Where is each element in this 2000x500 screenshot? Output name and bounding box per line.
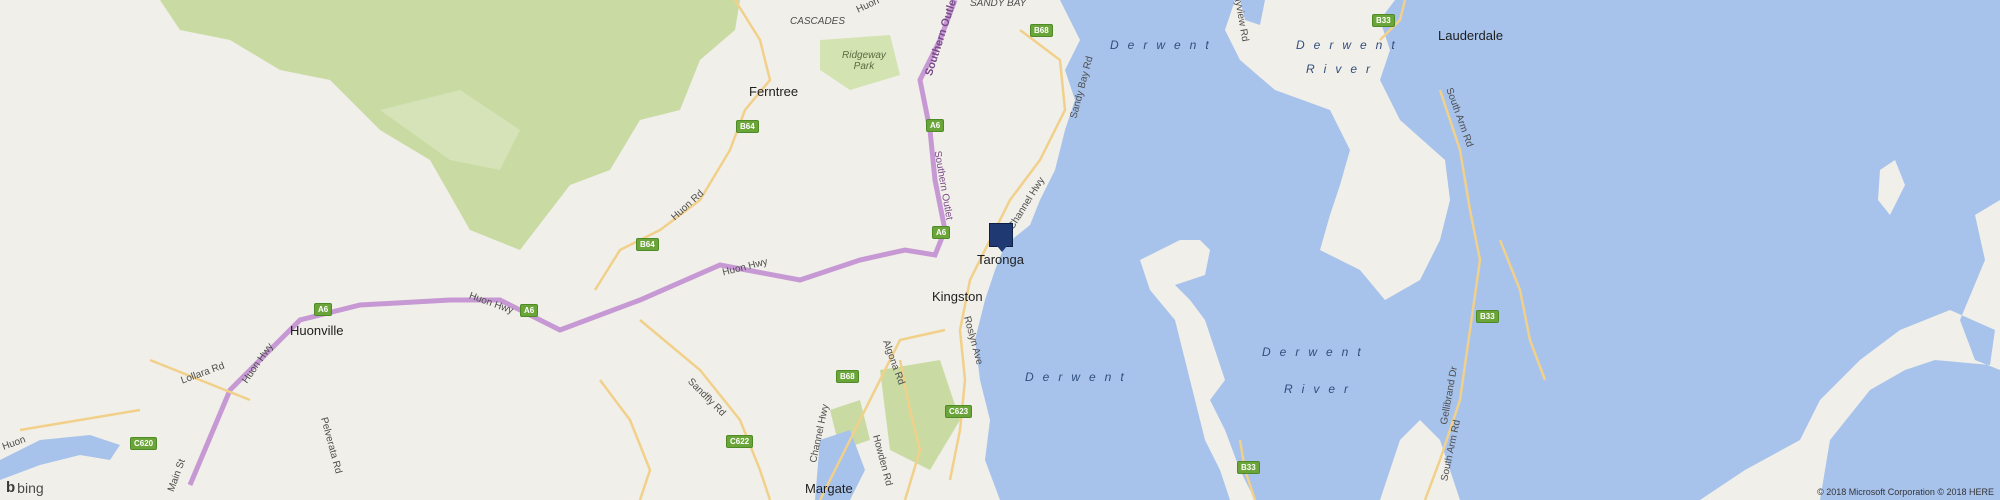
bing-b-icon: b <box>6 479 16 496</box>
area-label-sandy-bay: SANDY BAY <box>970 0 1027 9</box>
park-label-ridgeway: Ridgeway Park <box>842 50 886 72</box>
water-label: Derwent <box>1296 38 1404 52</box>
water-label: Derwent <box>1262 345 1370 359</box>
town-label-huonville: Huonville <box>290 323 344 338</box>
route-shield: B33 <box>1476 310 1499 323</box>
water-label: Derwent <box>1025 370 1133 384</box>
bing-wordmark: bing <box>17 479 44 496</box>
route-shield: C623 <box>945 405 973 418</box>
town-label-lauderdale: Lauderdale <box>1438 28 1504 43</box>
route-shield: B64 <box>736 120 759 133</box>
route-shield: B33 <box>1237 461 1260 474</box>
town-label-kingston: Kingston <box>932 289 983 304</box>
route-shield: A6 <box>314 303 333 316</box>
water-label: Derwent <box>1110 38 1218 52</box>
route-shield: A6 <box>520 304 539 317</box>
water-label: River <box>1284 382 1358 396</box>
route-shield: A6 <box>932 226 951 239</box>
route-shield: B68 <box>836 370 859 383</box>
town-label-taronga: Taronga <box>977 252 1024 267</box>
route-shield: B68 <box>1030 24 1053 37</box>
bing-logo[interactable]: b bing <box>6 479 44 496</box>
route-shield: A6 <box>926 119 945 132</box>
route-shield: B33 <box>1372 14 1395 27</box>
lake <box>1520 315 1550 345</box>
map-attribution: © 2018 Microsoft Corporation © 2018 HERE <box>1817 487 1994 497</box>
map-canvas[interactable]: Derwent Derwent River Derwent River Derw… <box>0 0 2000 500</box>
derwent-water <box>975 0 2000 500</box>
route-shield: C620 <box>130 437 158 450</box>
area-label-cascades: CASCADES <box>790 16 846 27</box>
location-pin-icon[interactable] <box>989 223 1013 252</box>
route-shield: B64 <box>636 238 659 251</box>
route-shield: C622 <box>726 435 754 448</box>
water-label: River <box>1306 62 1380 76</box>
town-label-margate: Margate <box>805 481 853 496</box>
town-label-ferntree: Ferntree <box>749 84 799 99</box>
